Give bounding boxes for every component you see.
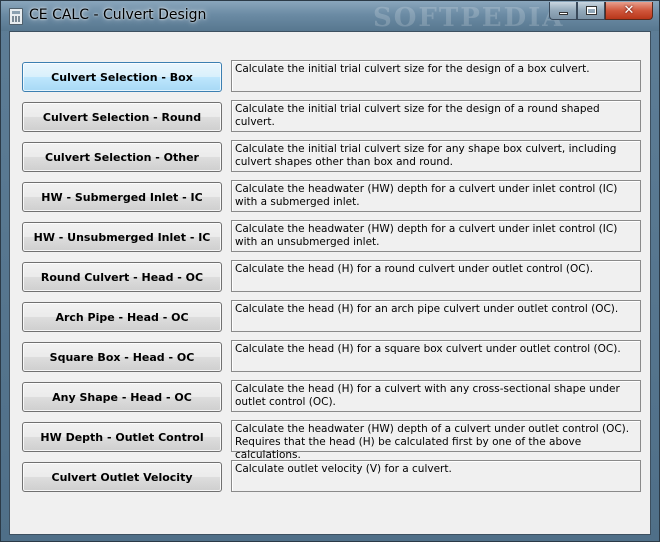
calc-row-square-box: Square Box - Head - OC Calculate the hea… xyxy=(10,340,650,376)
calc-row-hw-depth: HW Depth - Outlet Control Calculate the … xyxy=(10,420,650,461)
description-round-head: Calculate the head (H) for a round culve… xyxy=(231,260,641,292)
app-window: CE CALC - Culvert Design SOFTPEDIA ✕ Cul… xyxy=(0,0,660,542)
description-unsubmerged: Calculate the headwater (HW) depth for a… xyxy=(231,220,641,252)
calc-row-other: Culvert Selection - Other Calculate the … xyxy=(10,140,650,176)
close-button[interactable]: ✕ xyxy=(605,2,653,20)
description-hw-depth: Calculate the headwater (HW) depth of a … xyxy=(231,420,641,461)
description-submerged: Calculate the headwater (HW) depth for a… xyxy=(231,180,641,212)
square-box-head-button[interactable]: Square Box - Head - OC xyxy=(22,342,222,372)
calc-row-any-shape: Any Shape - Head - OC Calculate the head… xyxy=(10,380,650,416)
description-other: Calculate the initial trial culvert size… xyxy=(231,140,641,172)
softpedia-watermark: SOFTPEDIA xyxy=(373,3,565,33)
calculator-icon[interactable] xyxy=(9,8,23,25)
main-panel: Culvert Selection - Box Calculate the in… xyxy=(9,31,651,535)
calc-row-velocity: Culvert Outlet Velocity Calculate outlet… xyxy=(10,460,650,496)
calc-row-round: Culvert Selection - Round Calculate the … xyxy=(10,100,650,136)
calc-row-box: Culvert Selection - Box Calculate the in… xyxy=(10,60,650,96)
culvert-selection-box-button[interactable]: Culvert Selection - Box xyxy=(22,62,222,92)
calc-row-arch-pipe: Arch Pipe - Head - OC Calculate the head… xyxy=(10,300,650,336)
maximize-button[interactable] xyxy=(577,2,605,20)
culvert-outlet-velocity-button[interactable]: Culvert Outlet Velocity xyxy=(22,462,222,492)
hw-submerged-inlet-button[interactable]: HW - Submerged Inlet - IC xyxy=(22,182,222,212)
round-culvert-head-button[interactable]: Round Culvert - Head - OC xyxy=(22,262,222,292)
hw-depth-outlet-control-button[interactable]: HW Depth - Outlet Control xyxy=(22,422,222,452)
culvert-selection-round-button[interactable]: Culvert Selection - Round xyxy=(22,102,222,132)
description-square-box: Calculate the head (H) for a square box … xyxy=(231,340,641,372)
minimize-icon xyxy=(559,12,568,15)
calc-row-unsubmerged: HW - Unsubmerged Inlet - IC Calculate th… xyxy=(10,220,650,256)
description-any-shape: Calculate the head (H) for a culvert wit… xyxy=(231,380,641,412)
arch-pipe-head-button[interactable]: Arch Pipe - Head - OC xyxy=(22,302,222,332)
window-title: CE CALC - Culvert Design xyxy=(29,7,207,23)
description-box: Calculate the initial trial culvert size… xyxy=(231,60,641,92)
title-bar[interactable]: CE CALC - Culvert Design SOFTPEDIA ✕ xyxy=(1,1,659,33)
culvert-selection-other-button[interactable]: Culvert Selection - Other xyxy=(22,142,222,172)
description-round: Calculate the initial trial culvert size… xyxy=(231,100,641,132)
description-arch-pipe: Calculate the head (H) for an arch pipe … xyxy=(231,300,641,332)
close-icon: ✕ xyxy=(623,3,635,18)
minimize-button[interactable] xyxy=(549,2,577,20)
hw-unsubmerged-inlet-button[interactable]: HW - Unsubmerged Inlet - IC xyxy=(22,222,222,252)
description-velocity: Calculate outlet velocity (V) for a culv… xyxy=(231,460,641,492)
calc-row-round-head: Round Culvert - Head - OC Calculate the … xyxy=(10,260,650,296)
any-shape-head-button[interactable]: Any Shape - Head - OC xyxy=(22,382,222,412)
maximize-icon xyxy=(586,6,597,15)
calc-row-submerged: HW - Submerged Inlet - IC Calculate the … xyxy=(10,180,650,216)
